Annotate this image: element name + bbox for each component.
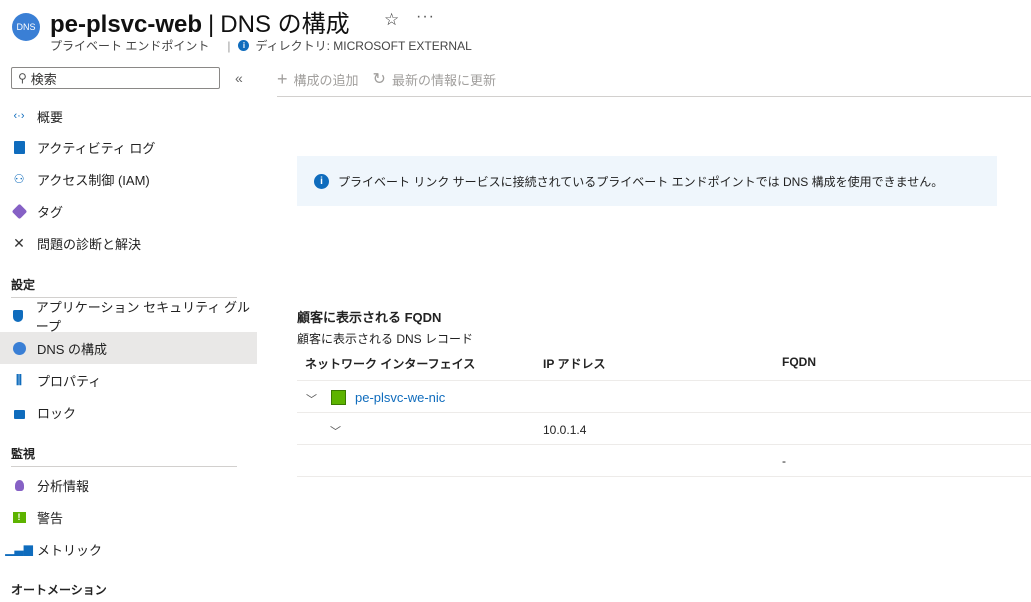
command-bar-divider bbox=[277, 96, 1031, 97]
sidebar-item-diagnose[interactable]: ✕ 問題の診断と解決 bbox=[0, 227, 257, 259]
fqdn-section-title: 顧客に表示される FQDN bbox=[297, 310, 442, 325]
info-icon: i bbox=[314, 173, 329, 189]
section-title-automation: オートメーション bbox=[11, 583, 107, 597]
header-row-divider bbox=[297, 380, 1031, 381]
dns-icon bbox=[11, 340, 27, 356]
ip-address-value: 10.0.1.4 bbox=[543, 423, 587, 437]
subtitle: プライベート エンドポイント | i ディレクトリ: MICROSOFT EXT… bbox=[50, 37, 472, 54]
fqdn-section-subtitle: 顧客に表示される DNS レコード bbox=[297, 332, 474, 346]
sidebar-item-dns-config[interactable]: DNS の構成 bbox=[0, 332, 257, 364]
collapse-sidebar-icon[interactable]: « bbox=[235, 70, 243, 86]
sidebar-item-metrics[interactable]: ▁▃▆ メトリック bbox=[0, 533, 257, 565]
fqdn-value: - bbox=[782, 454, 786, 468]
search-icon: ⚲ bbox=[18, 71, 27, 85]
people-icon: ⚇ bbox=[13, 172, 25, 186]
lightbulb-icon bbox=[11, 477, 27, 493]
sidebar-item-label: 警告 bbox=[37, 510, 64, 526]
add-configuration-button[interactable]: + 構成の追加 bbox=[277, 69, 359, 90]
table-row-divider bbox=[297, 444, 1031, 445]
sidebar-item-properties[interactable]: ⦀ プロパティ bbox=[0, 364, 257, 396]
sidebar-item-insights[interactable]: 分析情報 bbox=[0, 469, 257, 501]
section-title-monitoring: 監視 bbox=[11, 447, 36, 461]
properties-icon: ⦀ bbox=[15, 371, 23, 388]
icon-text: DNS bbox=[16, 22, 36, 32]
activity-log-icon bbox=[11, 139, 27, 155]
lock-icon bbox=[11, 404, 27, 420]
sidebar-item-label: アクセス制御 (IAM) bbox=[37, 172, 150, 188]
sidebar-item-label: 問題の診断と解決 bbox=[37, 236, 142, 252]
favorite-star-icon[interactable]: ☆ bbox=[384, 10, 399, 30]
sidebar-item-alerts[interactable]: ! 警告 bbox=[0, 501, 257, 533]
blade-title: DNS の構成 bbox=[220, 11, 350, 38]
add-configuration-label: 構成の追加 bbox=[293, 72, 359, 88]
sidebar-item-locks[interactable]: ロック bbox=[0, 396, 257, 428]
more-options-icon[interactable]: ··· bbox=[416, 8, 435, 26]
refresh-icon: ↻ bbox=[372, 71, 386, 88]
info-banner: i プライベート リンク サービスに接続されているプライベート エンドポイントで… bbox=[297, 156, 997, 206]
command-bar: + 構成の追加 ↻ 最新の情報に更新 bbox=[277, 68, 510, 90]
sidebar-item-overview[interactable]: ‹·› 概要 bbox=[0, 100, 257, 132]
column-header-network-interface[interactable]: ネットワーク インターフェイス bbox=[305, 355, 475, 372]
sidebar-item-label: 分析情報 bbox=[37, 478, 90, 494]
sidebar-item-label: 概要 bbox=[37, 109, 64, 125]
sidebar-item-label: メトリック bbox=[37, 542, 103, 558]
resource-type: プライベート エンドポイント bbox=[50, 39, 210, 53]
plus-icon: + bbox=[277, 68, 288, 89]
sidebar-item-activity-log[interactable]: アクティビティ ログ bbox=[0, 131, 257, 163]
sidebar-item-label: タグ bbox=[37, 204, 64, 220]
metrics-chart-icon: ▁▃▆ bbox=[5, 542, 33, 556]
section-divider bbox=[11, 466, 237, 467]
sidebar-item-app-security-groups[interactable]: アプリケーション セキュリティ グループ bbox=[0, 300, 257, 334]
dns-zone-icon: DNS bbox=[12, 13, 40, 41]
sidebar-item-label: アクティビティ ログ bbox=[37, 140, 156, 156]
nic-link[interactable]: pe-plsvc-we-nic bbox=[355, 390, 445, 405]
info-icon: i bbox=[238, 40, 250, 51]
refresh-label: 最新の情報に更新 bbox=[391, 72, 496, 88]
page-title: pe-plsvc-web | DNS の構成 bbox=[50, 4, 350, 39]
column-header-ip-address[interactable]: IP アドレス bbox=[543, 355, 605, 372]
banner-message: プライベート リンク サービスに接続されているプライベート エンドポイントでは … bbox=[338, 174, 944, 189]
column-header-fqdn[interactable]: FQDN bbox=[782, 355, 816, 369]
directory-label: ディレクトリ: MICROSOFT EXTERNAL bbox=[255, 39, 472, 53]
expand-ip-chevron-icon[interactable]: ﹀ bbox=[330, 422, 341, 440]
table-row-divider bbox=[297, 412, 1031, 413]
overview-icon: ‹·› bbox=[13, 110, 25, 122]
subtitle-divider: | bbox=[227, 38, 231, 53]
table-row-divider bbox=[297, 476, 1031, 477]
refresh-button[interactable]: ↻ 最新の情報に更新 bbox=[373, 69, 496, 89]
shield-icon bbox=[11, 308, 26, 324]
sidebar-item-label: プロパティ bbox=[37, 373, 102, 389]
section-title-settings: 設定 bbox=[11, 278, 36, 292]
expand-nic-chevron-icon[interactable]: ﹀ bbox=[306, 390, 317, 408]
title-separator: | bbox=[208, 11, 215, 38]
resource-name: pe-plsvc-web bbox=[50, 11, 203, 38]
alert-icon: ! bbox=[11, 509, 27, 525]
tag-icon bbox=[11, 203, 27, 219]
sidebar-item-iam[interactable]: ⚇ アクセス制御 (IAM) bbox=[0, 163, 257, 195]
wrench-icon: ✕ bbox=[13, 234, 25, 251]
sidebar-item-label: アプリケーション セキュリティ グループ bbox=[35, 300, 250, 334]
search-input[interactable]: ⚲ 検索 bbox=[11, 67, 220, 89]
search-placeholder: 検索 bbox=[30, 71, 57, 87]
sidebar-item-label: DNS の構成 bbox=[37, 341, 108, 357]
sidebar-item-tags[interactable]: タグ bbox=[0, 195, 257, 227]
sidebar-item-label: ロック bbox=[37, 405, 77, 421]
network-interface-icon bbox=[331, 390, 346, 405]
